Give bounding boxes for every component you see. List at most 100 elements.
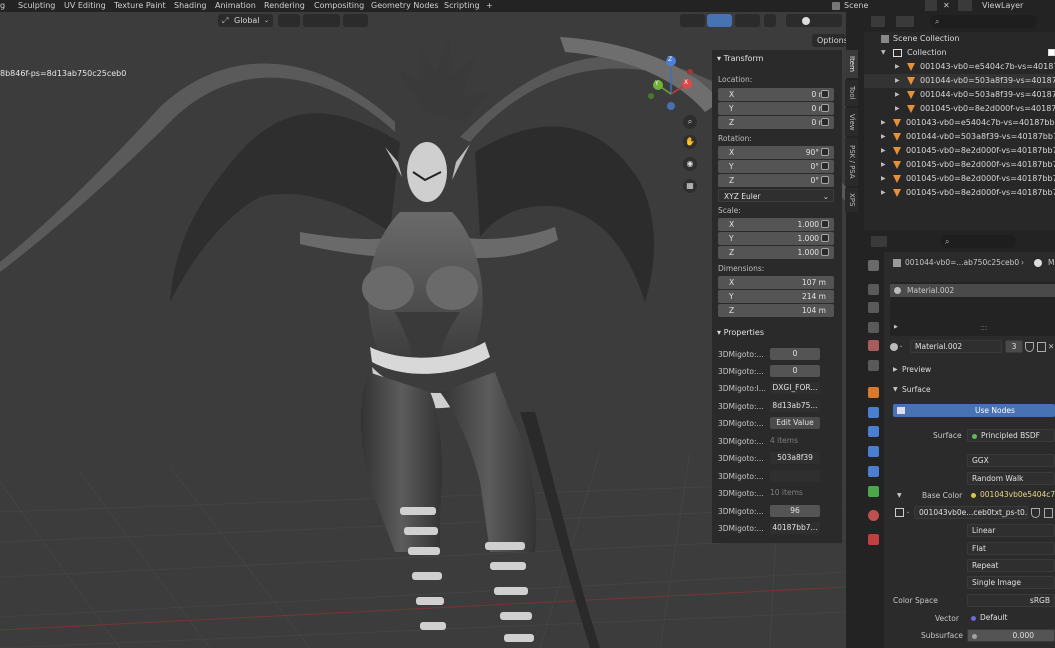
modifier-tab-icon[interactable] <box>868 407 879 418</box>
duplicate-icon[interactable] <box>1044 508 1053 518</box>
lock-icon[interactable] <box>821 220 829 228</box>
lock-icon[interactable] <box>821 176 829 184</box>
shield-icon[interactable] <box>1025 342 1034 352</box>
tab-animation[interactable]: Animation <box>215 0 256 12</box>
scale-x-field[interactable]: X 1.000 <box>718 218 834 231</box>
lock-icon[interactable] <box>821 234 829 242</box>
outliner-item[interactable]: ▶ 001044-vb0=503a8f39-vs=40187 <box>864 74 1055 88</box>
outliner-search-input[interactable]: ⌕ <box>930 15 1037 28</box>
image-name-field[interactable]: 001043vb0e...ceb0txt_ps-t0... <box>914 506 1028 519</box>
rotation-y-field[interactable]: Y 0° <box>718 160 834 173</box>
proportional-edit-button[interactable] <box>343 14 368 27</box>
outliner-item[interactable]: ▶ 001045-vb0=8e2d000f-vs=40187bb7 <box>864 144 1055 158</box>
output-tab-icon[interactable] <box>868 302 879 313</box>
expand-triangle-icon[interactable]: ▼ <box>893 383 898 396</box>
scene-name[interactable]: Scene <box>844 0 868 12</box>
browse-scene-icon[interactable] <box>925 0 937 11</box>
collapse-triangle-icon[interactable]: ▶ <box>893 363 898 376</box>
material-name-field[interactable]: Material.002 <box>910 340 1002 353</box>
xray-toggle-button[interactable] <box>764 14 776 27</box>
camera-icon[interactable]: ◉ <box>683 157 697 171</box>
scene-collection-row[interactable]: Scene Collection <box>864 32 1055 46</box>
close-icon[interactable]: ✕ <box>943 0 953 11</box>
interpolation-dropdown[interactable]: Linear <box>967 524 1055 537</box>
zoom-icon[interactable]: ⌕ <box>683 115 697 129</box>
dimensions-y-field[interactable]: Y 214 m <box>718 290 834 303</box>
gizmo-z-label[interactable]: Z <box>668 56 672 64</box>
view-layer-tab-icon[interactable] <box>868 322 879 333</box>
transform-panel-header[interactable]: ▾ Transform <box>717 52 763 65</box>
lock-icon[interactable] <box>821 104 829 112</box>
subsurface-method-dropdown[interactable]: Random Walk <box>967 472 1055 485</box>
world-tab-icon[interactable] <box>868 360 879 371</box>
location-y-field[interactable]: Y0 m <box>718 102 834 115</box>
surface-shader-field[interactable]: Principled BSDF <box>967 429 1055 442</box>
lock-icon[interactable] <box>821 90 829 98</box>
editor-type-icon[interactable] <box>871 16 885 27</box>
physics-tab-icon[interactable] <box>868 446 879 457</box>
scale-y-field[interactable]: Y 1.000 <box>718 232 834 245</box>
properties-search-input[interactable]: ⌕ <box>940 235 1016 248</box>
material-slot-item[interactable]: Material.002 <box>890 284 1055 297</box>
render-tab-icon[interactable] <box>868 284 879 295</box>
material-slot-list[interactable]: Material.002 ▶ ::: <box>890 282 1055 336</box>
tab-shading[interactable]: Shading <box>174 0 207 12</box>
tab-view[interactable]: View <box>845 108 858 136</box>
view-layer-name[interactable]: ViewLayer <box>982 0 1023 12</box>
material-selector[interactable]: ⌄ Material.002 3 ✕ <box>888 340 1055 354</box>
tab-uv-editing[interactable]: UV Editing <box>64 0 106 12</box>
image-selector[interactable]: ⌄ 001043vb0e...ceb0txt_ps-t0... <box>893 506 1055 520</box>
add-workspace-button[interactable]: + <box>486 0 493 12</box>
snap-button[interactable] <box>303 14 340 27</box>
tool-tab-icon[interactable] <box>868 260 879 271</box>
tab-workspace-partial[interactable]: g <box>0 0 5 12</box>
gizmo-x-label[interactable]: X <box>684 79 688 87</box>
tab-sculpting[interactable]: Sculpting <box>18 0 55 12</box>
tab-rendering[interactable]: Rendering <box>264 0 305 12</box>
outliner-item[interactable]: ▶ 001045-vb0=8e2d000f-vs=40187bb7 <box>864 158 1055 172</box>
tab-scripting[interactable]: Scripting <box>444 0 480 12</box>
tab-geometry-nodes[interactable]: Geometry Nodes <box>371 0 438 12</box>
outliner-item[interactable]: ▶ 001044-vb0=503a8f39-vs=40187bb7 <box>864 130 1055 144</box>
outliner-item[interactable]: ▶ 001044-vb0=503a8f39-vs=40187 <box>864 88 1055 102</box>
projection-dropdown[interactable]: Flat <box>967 542 1055 555</box>
display-mode-icon[interactable] <box>896 16 914 27</box>
scale-z-field[interactable]: Z 1.000 <box>718 246 834 259</box>
properties-panel-header[interactable]: ▾ Properties <box>717 326 764 339</box>
gizmo-toggle-button[interactable] <box>707 14 732 27</box>
base-color-link-field[interactable]: 001043vb0e5404c7 <box>967 489 1055 502</box>
distribution-dropdown[interactable]: GGX <box>967 454 1055 467</box>
tab-texture-paint[interactable]: Texture Paint <box>114 0 166 12</box>
expand-triangle-icon[interactable]: ▶ <box>894 321 898 334</box>
surface-panel-header[interactable]: Surface <box>902 383 931 396</box>
use-nodes-button[interactable]: Use Nodes <box>893 404 1055 417</box>
collection-row[interactable]: ▼ Collection <box>864 46 1055 60</box>
rotation-x-field[interactable]: X 90° <box>718 146 834 159</box>
duplicate-icon[interactable] <box>1037 342 1046 352</box>
image-source-dropdown[interactable]: Single Image <box>967 576 1055 589</box>
user-count-badge[interactable]: 3 <box>1005 340 1023 353</box>
hand-pan-icon[interactable]: ✋ <box>683 135 697 149</box>
object-tab-icon[interactable] <box>868 387 879 398</box>
rotation-z-field[interactable]: Z 0° <box>718 174 834 187</box>
scene-tab-icon[interactable] <box>868 340 879 351</box>
gizmo-y-label[interactable]: Y <box>655 80 659 88</box>
lock-icon[interactable] <box>821 248 829 256</box>
vector-field[interactable]: Default <box>967 612 1055 625</box>
shield-icon[interactable] <box>1031 508 1040 518</box>
tab-item[interactable]: Item <box>845 50 858 78</box>
solid-shading-icon[interactable] <box>802 17 810 25</box>
tab-psk-psa[interactable]: PSK / PSA <box>845 138 858 186</box>
dimensions-x-field[interactable]: X 107 m <box>718 276 834 289</box>
location-z-field[interactable]: Z0 m <box>718 116 834 129</box>
chevron-down-icon[interactable]: ⌄ <box>899 340 903 353</box>
outliner-item[interactable]: ▶ 001043-vb0=e5404c7b-vs=40187 <box>864 60 1055 74</box>
edit-value-button[interactable]: Edit Value <box>770 417 820 429</box>
expand-triangle-icon[interactable]: ▼ <box>881 46 886 60</box>
constraints-tab-icon[interactable] <box>868 466 879 477</box>
expand-triangle-icon[interactable]: ▼ <box>897 489 902 502</box>
outliner-item[interactable]: ▶ 001045-vb0=8e2d000f-vs=40187bb7 <box>864 186 1055 200</box>
lock-icon[interactable] <box>821 162 829 170</box>
tab-tool[interactable]: Tool <box>845 80 858 106</box>
chevron-down-icon[interactable]: ⌄ <box>906 506 910 519</box>
